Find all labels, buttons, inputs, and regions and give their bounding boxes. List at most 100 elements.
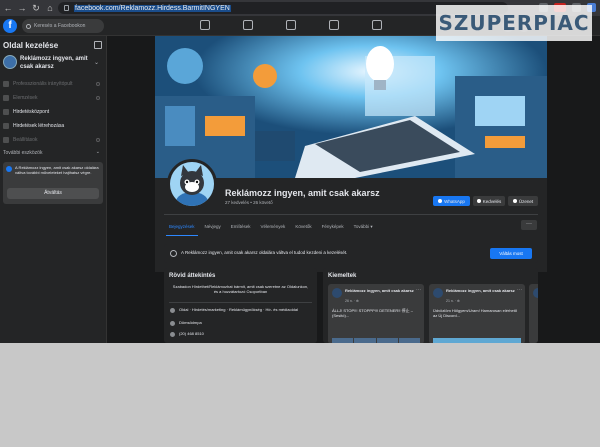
empty-area [0,343,600,447]
info-icon [6,166,12,172]
more-tools-label[interactable]: További eszközök [3,150,42,156]
cover-photo [155,36,547,178]
featured-post[interactable]: Reklámozz ingyen, amit csak akarsz 21 n.… [429,284,525,343]
page-stats: 27 kedvelés • 26 követő [225,200,273,205]
sidebar-page-name: Reklámozz ingyen, amit csak akarsz [20,56,88,70]
info-row-location: Dömsödmpa [170,320,299,326]
switch-now-button[interactable]: Váltás most [490,248,532,259]
phone-icon [170,332,175,337]
tab-more[interactable]: További ▾ [349,221,378,233]
page-main: Reklámozz ingyen, amit csak akarsz 27 ke… [107,36,600,343]
watermark-logo: SZUPERPIAC [436,5,592,41]
like-label: Kedvelés [482,198,502,204]
back-icon[interactable]: ← [2,2,14,14]
dashboard-icon [3,81,9,87]
post-avatar [332,288,342,298]
featured-title: Kiemeltek [328,273,357,279]
lock-icon [96,82,100,86]
facebook-logo[interactable]: f [3,19,17,33]
post-date: 26 n. · ⊕ [345,299,359,303]
manage-page-sidebar: Oldal kezelése Reklámozz ingyen, amit cs… [0,36,107,343]
tab-about[interactable]: Névjegy [200,221,226,233]
home-nav-icon[interactable] [200,20,210,30]
messenger-icon [512,199,517,203]
switch-banner: A Reklámozz ingyen, amit csak akarsz old… [164,244,538,263]
switch-profile-icon [170,250,177,257]
profile-picture[interactable] [167,159,217,209]
location-pin-icon [170,321,175,326]
sidebar-item-label: Elemzések [13,95,38,101]
megaphone-icon [3,109,9,115]
sidebar-item-label: Hirdetésközpont [13,109,50,115]
sidebar-item-dashboard[interactable]: Professzionális irányítópult [3,79,103,89]
post-author: Reklámozz ingyen, amit csak akarsz [446,288,515,293]
sidebar-item-create-ads[interactable]: Hirdetések létrehozása [3,121,103,131]
featured-post[interactable]: Reklámozz ingyen, amit csak akarsz 26 n.… [328,284,424,343]
sidebar-item-ad-center[interactable]: Hirdetésközpont [3,107,103,117]
info-row-category: Oldal · Hirdetés/marketing · Reklámügynö… [170,307,299,313]
search-input[interactable]: Keresés a Facebookon [22,19,104,33]
page-title: Reklámozz ingyen, amit csak akarsz [225,188,380,198]
message-button[interactable]: Üzenet [508,196,538,206]
thumbs-up-icon [476,199,481,203]
marketplace-nav-icon[interactable] [286,20,296,30]
location-text[interactable]: Dömsödmpa [179,320,299,326]
intro-card: Rövid áttekintés Szabadon Hirdethet/Rekl… [164,268,317,343]
sidebar-item-label: Beállítások [13,137,38,143]
page-avatar [3,55,17,69]
sidebar-item-settings[interactable]: Beállítások [3,135,103,145]
post-text: ÁLLJ! STOP!!! STOPPP!!! DETENER!! 停止 – (… [332,308,413,318]
reload-icon[interactable]: ↻ [30,2,42,14]
url-text: facebook.com/Reklamozz.Hirdess.BarmitING… [74,4,231,12]
gear-icon [3,137,9,143]
collapse-sidebar-icon[interactable] [94,41,102,49]
intro-description: Szabadon Hirdethet/Reklámozhat bármit, a… [172,284,309,294]
sidebar-item-insights[interactable]: Elemzések [3,93,103,103]
chevron-down-icon[interactable]: ⌄ [96,149,100,155]
tab-posts[interactable]: Bejegyzések [164,221,200,236]
tab-followers[interactable]: Követők [290,221,316,233]
more-icon[interactable]: ··· [517,287,522,293]
page-tabs: Bejegyzések Névjegy Említések Vélemények… [164,221,378,236]
featured-post-partial[interactable] [529,284,538,343]
forward-icon[interactable]: → [16,2,28,14]
switch-button[interactable]: Átváltás [7,188,99,199]
browser-screen: ← → ↻ ⌂ facebook.com/Reklamozz.Hirdess.B… [0,0,600,343]
cat-mascot-icon [170,162,214,206]
post-avatar [433,288,443,298]
post-author: Reklámozz ingyen, amit csak akarsz [345,288,414,293]
watermark-text: SZUPERPIAC [438,11,590,35]
whatsapp-icon [438,199,443,203]
watch-nav-icon[interactable] [243,20,253,30]
whatsapp-label: WhatsApp [444,198,465,204]
like-button[interactable]: Kedvelés [473,196,505,206]
tab-mentions[interactable]: Említések [226,221,256,233]
insights-icon [3,95,9,101]
intro-title: Rövid áttekintés [169,273,216,279]
cover-illustration [155,36,547,178]
home-icon[interactable]: ⌂ [44,2,56,14]
switch-notice-text: A Reklámozz ingyen, amit csak akarsz old… [15,165,99,175]
featured-card: Kiemeltek Reklámozz ingyen, amit csak ak… [323,268,538,343]
divider [164,214,538,215]
category-text: Oldal · Hirdetés/marketing · Reklámügynö… [179,307,298,312]
page-switcher[interactable]: Reklámozz ingyen, amit csak akarsz ⌄ [3,53,103,75]
more-options-button[interactable]: ··· [521,220,537,230]
phone-text[interactable]: (20) 468 8510 [179,331,299,337]
groups-nav-icon[interactable] [329,20,339,30]
divider [169,302,312,303]
lock-icon [96,96,100,100]
more-icon[interactable]: ··· [416,287,421,293]
lock-icon [96,138,100,142]
gaming-nav-icon[interactable] [372,20,382,30]
lock-icon [64,5,69,11]
whatsapp-button[interactable]: WhatsApp [433,196,470,206]
tab-photos[interactable]: Fényképek [317,221,349,233]
info-icon [170,308,175,313]
switch-notice: A Reklámozz ingyen, amit csak akarsz old… [3,162,103,204]
post-avatar [533,288,538,298]
tab-reviews[interactable]: Vélemények [256,221,291,233]
message-label: Üzenet [518,198,534,204]
post-date: 21 n. · ⊕ [446,299,460,303]
chevron-down-icon: ⌄ [93,60,99,66]
